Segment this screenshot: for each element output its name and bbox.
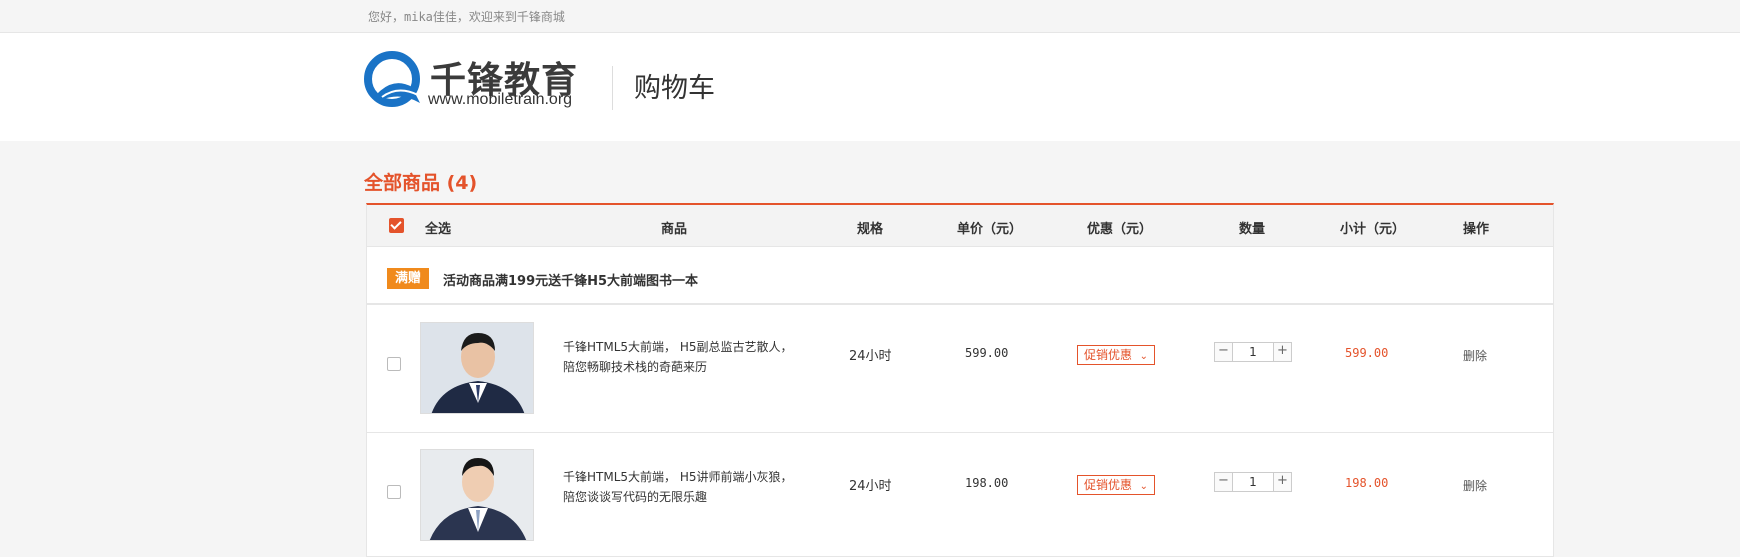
col-discount: 优惠（元） — [1087, 222, 1153, 237]
logo-mark-icon — [364, 51, 420, 107]
product-description[interactable]: 千锋HTML5大前端， H5副总监古艺散人， 陪您畅聊技术栈的奇葩来历 — [563, 337, 793, 377]
person-portrait-icon — [421, 323, 533, 413]
product-desc-line: 千锋HTML5大前端， H5副总监古艺散人， — [563, 340, 793, 354]
product-price: 198.00 — [965, 476, 1009, 490]
product-desc-line: 陪您谈谈写代码的无限乐趣 — [563, 490, 708, 504]
item-checkbox[interactable] — [387, 485, 401, 499]
chevron-down-icon: ⌄ — [1139, 351, 1148, 362]
col-subtotal: 小计（元） — [1340, 222, 1406, 237]
delete-link[interactable]: 删除 — [1463, 477, 1487, 494]
product-price: 599.00 — [965, 346, 1009, 360]
quantity-input[interactable]: 1 — [1234, 343, 1272, 361]
item-subtotal: 599.00 — [1345, 346, 1389, 360]
greeting-text: 您好，mika佳佳，欢迎来到千锋商城 — [368, 10, 565, 24]
discount-dropdown[interactable]: 促销优惠 ⌄ — [1077, 475, 1155, 495]
logo[interactable]: 千锋教育 www.mobiletrain.org — [364, 51, 584, 115]
product-spec: 24小时 — [849, 479, 892, 494]
col-quantity: 数量 — [1239, 222, 1266, 237]
logo-url: www.mobiletrain.org — [428, 91, 573, 108]
table-header: 全选 商品 规格 单价（元） 优惠（元） 数量 小计（元） 操作 — [367, 205, 1553, 247]
person-portrait-icon — [421, 450, 533, 540]
product-desc-line: 千锋HTML5大前端， H5讲师前端小灰狼， — [563, 470, 793, 484]
chevron-down-icon: ⌄ — [1139, 481, 1148, 492]
promo-tag: 满赠 — [387, 268, 430, 289]
col-select-all[interactable]: 全选 — [425, 218, 451, 237]
quantity-stepper: − 1 + — [1214, 342, 1292, 362]
product-description[interactable]: 千锋HTML5大前端， H5讲师前端小灰狼， 陪您谈谈写代码的无限乐趣 — [563, 467, 793, 507]
discount-label: 促销优惠 — [1084, 348, 1133, 362]
product-desc-line: 陪您畅聊技术栈的奇葩来历 — [563, 360, 708, 374]
top-bar: 您好，mika佳佳，欢迎来到千锋商城 — [0, 0, 1740, 33]
qty-minus-button[interactable]: − — [1215, 343, 1233, 361]
header: 千锋教育 www.mobiletrain.org 购物车 — [0, 33, 1740, 141]
quantity-input[interactable]: 1 — [1234, 473, 1272, 491]
section-title: 全部商品 (4) — [364, 172, 478, 194]
col-product: 商品 — [661, 222, 688, 237]
promo-text: 活动商品满199元送千锋H5大前端图书一本 — [443, 274, 699, 289]
col-action: 操作 — [1463, 222, 1490, 237]
product-thumbnail[interactable] — [420, 322, 534, 414]
item-checkbox[interactable] — [387, 357, 401, 371]
cart-table: 全选 商品 规格 单价（元） 优惠（元） 数量 小计（元） 操作 满赠 活动商品… — [366, 203, 1554, 557]
discount-dropdown[interactable]: 促销优惠 ⌄ — [1077, 345, 1155, 365]
product-spec: 24小时 — [849, 349, 892, 364]
promo-row: 满赠 活动商品满199元送千锋H5大前端图书一本 — [367, 247, 1553, 305]
header-divider — [612, 66, 613, 110]
cart-item: 千锋HTML5大前端， H5讲师前端小灰狼， 陪您谈谈写代码的无限乐趣 24小时… — [367, 433, 1553, 557]
qty-plus-button[interactable]: + — [1273, 343, 1291, 361]
quantity-stepper: − 1 + — [1214, 472, 1292, 492]
discount-label: 促销优惠 — [1084, 478, 1133, 492]
qty-minus-button[interactable]: − — [1215, 473, 1233, 491]
product-thumbnail[interactable] — [420, 449, 534, 541]
col-spec: 规格 — [857, 222, 884, 237]
select-all-checkbox[interactable] — [389, 218, 404, 233]
col-unit-price: 单价（元） — [957, 222, 1023, 237]
page-title: 购物车 — [634, 73, 715, 104]
item-subtotal: 198.00 — [1345, 476, 1389, 490]
cart-item: 千锋HTML5大前端， H5副总监古艺散人， 陪您畅聊技术栈的奇葩来历 24小时… — [367, 305, 1553, 433]
qty-plus-button[interactable]: + — [1273, 473, 1291, 491]
delete-link[interactable]: 删除 — [1463, 347, 1487, 364]
